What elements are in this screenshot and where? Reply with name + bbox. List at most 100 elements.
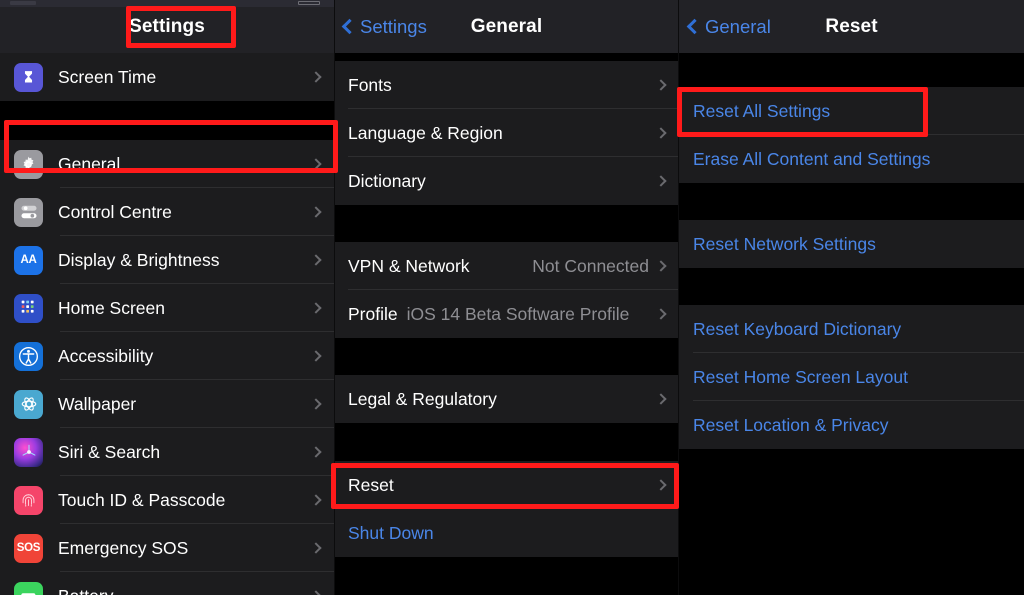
list-item-profile[interactable]: Profile iOS 14 Beta Software Profile	[334, 290, 679, 338]
general-gap-1	[334, 205, 679, 242]
list-item-label: Dictionary	[348, 170, 426, 191]
list-item-label: Reset Home Screen Layout	[693, 366, 908, 387]
chevron-right-icon	[655, 127, 667, 139]
list-item-label: Reset	[348, 474, 394, 495]
sidebar-item-emergency-sos[interactable]: SOS Emergency SOS	[0, 524, 334, 572]
panel-settings: Settings Screen Time General Control Cen…	[0, 0, 334, 595]
list-item-label: Reset Network Settings	[693, 233, 876, 254]
list-item-fonts[interactable]: Fonts	[334, 61, 679, 109]
chevron-right-icon	[310, 494, 322, 506]
list-item-label: Language & Region	[348, 122, 503, 143]
list-item-erase-all-content-and-settings[interactable]: Erase All Content and Settings	[679, 135, 1024, 183]
list-item-reset-home-screen-layout[interactable]: Reset Home Screen Layout	[679, 353, 1024, 401]
reset-gap-top	[679, 53, 1024, 87]
sidebar-item-display-brightness[interactable]: AA Display & Brightness	[0, 236, 334, 284]
ios-settings-triptych: Settings Screen Time General Control Cen…	[0, 0, 1024, 595]
sidebar-item-siri-search[interactable]: Siri & Search	[0, 428, 334, 476]
sidebar-item-label: Siri & Search	[58, 441, 161, 462]
settings-gap-1	[0, 101, 334, 140]
back-button-label: Settings	[360, 15, 427, 37]
list-item-label: Reset Keyboard Dictionary	[693, 318, 902, 339]
sidebar-item-label: Emergency SOS	[58, 537, 189, 558]
chevron-right-icon	[310, 158, 322, 170]
aa-text-icon: AA	[14, 245, 43, 275]
general-group-2: VPN & Network Not Connected Profile iOS …	[334, 242, 679, 338]
sidebar-item-control-centre[interactable]: Control Centre	[0, 188, 334, 236]
general-gap-top	[334, 53, 679, 61]
chevron-right-icon	[655, 393, 667, 405]
sidebar-item-label: Wallpaper	[58, 393, 137, 414]
settings-group-2: General Control Centre AA Display & Brig…	[0, 140, 334, 595]
sos-icon: SOS	[14, 533, 43, 563]
chevron-right-icon	[655, 260, 667, 272]
list-item-vpn-network[interactable]: VPN & Network Not Connected	[334, 242, 679, 290]
sidebar-item-accessibility[interactable]: Accessibility	[0, 332, 334, 380]
aa-glyph: AA	[20, 254, 37, 266]
reset-gap-2	[679, 268, 1024, 305]
control-centre-icon	[14, 197, 43, 227]
reset-group-3: Reset Keyboard Dictionary Reset Home Scr…	[679, 305, 1024, 449]
panel-divider-1	[334, 0, 335, 595]
general-gap-3	[334, 423, 679, 461]
list-item-value: Not Connected	[532, 255, 649, 276]
chevron-right-icon	[655, 308, 667, 320]
wallpaper-flower-icon	[14, 389, 43, 419]
list-item-label: Erase All Content and Settings	[693, 148, 931, 169]
sidebar-item-label: Accessibility	[58, 345, 154, 366]
reset-group-2: Reset Network Settings	[679, 220, 1024, 268]
list-item-label: Reset Location & Privacy	[693, 414, 889, 435]
reset-navbar: General Reset	[679, 0, 1024, 53]
list-item-label: Fonts	[348, 74, 392, 95]
chevron-right-icon	[310, 590, 322, 595]
fingerprint-icon	[14, 485, 43, 515]
page-title-settings: Settings	[129, 15, 205, 37]
sidebar-item-general[interactable]: General	[0, 140, 334, 188]
list-item-reset[interactable]: Reset	[334, 461, 679, 509]
sidebar-item-label: Battery	[58, 586, 113, 595]
battery-status-icon	[298, 1, 320, 5]
list-item-label: Legal & Regulatory	[348, 388, 497, 409]
page-title-general: General	[470, 15, 543, 37]
panel-reset: General Reset Reset All Settings Erase A…	[679, 0, 1024, 595]
status-bar	[0, 0, 334, 7]
settings-group-1: Screen Time	[0, 53, 334, 101]
list-item-legal-regulatory[interactable]: Legal & Regulatory	[334, 375, 679, 423]
chevron-left-icon	[341, 18, 358, 35]
back-button-general[interactable]: General	[686, 0, 771, 53]
sidebar-item-touch-id-passcode[interactable]: Touch ID & Passcode	[0, 476, 334, 524]
list-item-value: iOS 14 Beta Software Profile	[406, 303, 630, 324]
list-item-label: VPN & Network	[348, 255, 470, 276]
panel-general: Settings General Fonts Language & Region…	[334, 0, 679, 595]
list-item-shut-down[interactable]: Shut Down	[334, 509, 679, 557]
accessibility-icon	[14, 341, 43, 371]
status-bar-left-indicator	[10, 1, 36, 5]
sidebar-item-label: Display & Brightness	[58, 249, 220, 270]
list-item-reset-all-settings[interactable]: Reset All Settings	[679, 87, 1024, 135]
list-item-reset-location-privacy[interactable]: Reset Location & Privacy	[679, 401, 1024, 449]
sidebar-item-screen-time[interactable]: Screen Time	[0, 53, 334, 101]
sidebar-item-label: Screen Time	[58, 66, 157, 87]
page-title-reset: Reset	[825, 15, 878, 37]
list-item-dictionary[interactable]: Dictionary	[334, 157, 679, 205]
general-group-4: Reset Shut Down	[334, 461, 679, 557]
sidebar-item-battery[interactable]: Battery	[0, 572, 334, 595]
general-navbar: Settings General	[334, 0, 679, 53]
chevron-right-icon	[310, 398, 322, 410]
sidebar-item-home-screen[interactable]: Home Screen	[0, 284, 334, 332]
sidebar-item-label: Touch ID & Passcode	[58, 489, 226, 510]
home-screen-grid-icon	[14, 293, 43, 323]
list-item-label: Profile	[348, 303, 398, 324]
list-item-reset-keyboard-dictionary[interactable]: Reset Keyboard Dictionary	[679, 305, 1024, 353]
reset-group-1: Reset All Settings Erase All Content and…	[679, 87, 1024, 183]
back-button-settings[interactable]: Settings	[341, 0, 427, 53]
list-item-label: Reset All Settings	[693, 100, 831, 121]
list-item-language-region[interactable]: Language & Region	[334, 109, 679, 157]
chevron-right-icon	[310, 254, 322, 266]
sidebar-item-label: Control Centre	[58, 201, 172, 222]
sidebar-item-wallpaper[interactable]: Wallpaper	[0, 380, 334, 428]
general-gap-2	[334, 338, 679, 375]
gear-icon	[14, 149, 43, 179]
chevron-left-icon	[686, 18, 703, 35]
chevron-right-icon	[310, 542, 322, 554]
list-item-reset-network-settings[interactable]: Reset Network Settings	[679, 220, 1024, 268]
